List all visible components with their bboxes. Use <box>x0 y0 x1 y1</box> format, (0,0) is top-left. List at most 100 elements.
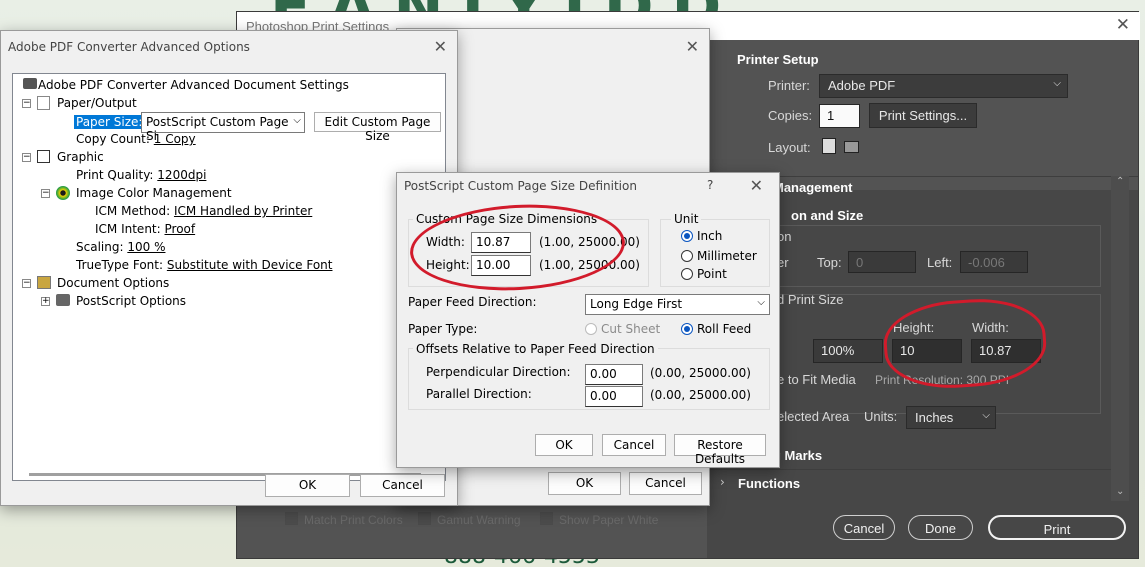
graphic-icon <box>37 150 50 163</box>
ps-done-button[interactable]: Done <box>908 515 973 540</box>
tree-icm[interactable]: Image Color Management <box>76 186 232 200</box>
advanced-ok-button[interactable]: OK <box>265 474 350 497</box>
print-quality-value[interactable]: 1200dpi <box>157 168 206 182</box>
scroll-up-icon[interactable]: ⌃ <box>1116 176 1124 187</box>
icm-intent-label: ICM Intent: Proof <box>95 222 195 236</box>
print-settings-button[interactable]: Print Settings... <box>869 103 977 128</box>
left-input[interactable]: -0.006 <box>960 251 1028 273</box>
chevron-right-icon[interactable]: › <box>720 475 725 489</box>
tree-root: Adobe PDF Converter Advanced Document Se… <box>38 78 349 92</box>
printer-select[interactable]: Adobe PDF ⌵ <box>819 74 1068 98</box>
collapse-icon[interactable]: − <box>22 153 31 162</box>
copy-count-value[interactable]: 1 Copy <box>154 132 196 146</box>
ps-separator <box>707 469 1112 470</box>
print-quality-label: Print Quality: 1200dpi <box>76 168 206 182</box>
perpendicular-input[interactable]: 0.00 <box>585 364 643 385</box>
units-value: Inches <box>915 410 954 425</box>
cut-sheet-label: Cut Sheet <box>601 322 661 336</box>
settings-tree: Adobe PDF Converter Advanced Document Se… <box>12 73 446 481</box>
tree-document-options[interactable]: Document Options <box>57 276 169 290</box>
match-print-colors-checkbox[interactable]: Match Print Colors <box>285 512 403 527</box>
color-management-header[interactable]: Management <box>773 180 852 195</box>
scaling-value[interactable]: 100 % <box>127 240 165 254</box>
ps-cancel-button[interactable]: Cancel <box>833 515 895 540</box>
paper-type-label: Paper Type: <box>408 322 478 336</box>
edit-custom-page-size-button[interactable]: Edit Custom Page Size <box>314 112 441 143</box>
document-options-icon <box>37 276 51 289</box>
close-icon[interactable]: ✕ <box>750 176 763 195</box>
restore-defaults-button[interactable]: Restore Defaults <box>674 434 766 466</box>
selected-area-label[interactable]: elected Area <box>777 409 849 424</box>
tree-postscript-options[interactable]: PostScript Options <box>76 294 186 308</box>
radio-icon <box>681 250 693 262</box>
close-icon[interactable]: ✕ <box>434 37 447 56</box>
collapse-icon[interactable]: − <box>41 189 50 198</box>
units-label: Units: <box>864 409 898 424</box>
parallel-range: (0.00, 25000.00) <box>650 388 751 402</box>
unit-inch-radio[interactable]: Inch <box>681 229 722 243</box>
ps-scrollbar[interactable]: ⌃ ⌄ <box>1111 176 1129 501</box>
icm-intent-value[interactable]: Proof <box>165 222 196 236</box>
middle-cancel-button[interactable]: Cancel <box>629 472 702 495</box>
marks-header[interactable]: g Marks <box>773 448 822 463</box>
expand-icon[interactable]: + <box>41 297 50 306</box>
ps-custom-cancel-button[interactable]: Cancel <box>602 434 666 456</box>
middle-ok-button[interactable]: OK <box>548 472 621 495</box>
ps-close-icon[interactable]: ✕ <box>1116 15 1130 35</box>
copies-label: Copies: <box>768 108 813 123</box>
icm-intent-label-text: ICM Intent: <box>95 222 161 236</box>
advanced-options-dialog: Adobe PDF Converter Advanced Options ✕ A… <box>0 30 458 506</box>
scale-input[interactable]: 100% <box>813 339 883 363</box>
chevron-down-icon: ⌵ <box>982 410 990 421</box>
collapse-icon[interactable]: − <box>22 279 31 288</box>
tree-paper-output[interactable]: Paper/Output <box>57 96 137 110</box>
ps-custom-ok-button[interactable]: OK <box>535 434 593 456</box>
top-input[interactable]: 0 <box>848 251 916 273</box>
paper-size-label[interactable]: Paper Size: <box>74 115 145 129</box>
color-management-icon <box>56 186 70 200</box>
roll-feed-radio[interactable]: Roll Feed <box>681 322 751 336</box>
feed-direction-select[interactable]: Long Edge First ⌵ <box>585 294 770 315</box>
scale-to-fit-label[interactable]: e to Fit Media <box>777 372 856 387</box>
scroll-down-icon[interactable]: ⌄ <box>1116 486 1124 497</box>
ps-print-button[interactable]: Print <box>988 515 1126 540</box>
roll-feed-label: Roll Feed <box>697 322 752 336</box>
truetype-value[interactable]: Substitute with Device Font <box>167 258 333 272</box>
radio-selected-icon <box>681 230 693 242</box>
unit-mm-radio[interactable]: Millimeter <box>681 249 757 263</box>
printer-setup-header: Printer Setup <box>737 52 819 67</box>
copy-count-label-text: Copy Count: <box>76 132 150 146</box>
printer-value: Adobe PDF <box>828 78 896 93</box>
portrait-layout-icon[interactable] <box>822 138 836 154</box>
close-icon[interactable]: ✕ <box>686 37 699 56</box>
icm-method-value[interactable]: ICM Handled by Printer <box>174 204 312 218</box>
position-size-header[interactable]: on and Size <box>791 208 863 223</box>
unit-mm-label: Millimeter <box>697 249 757 263</box>
parallel-input[interactable]: 0.00 <box>585 386 643 407</box>
gamut-warning-checkbox[interactable]: Gamut Warning <box>418 512 521 527</box>
functions-header[interactable]: Functions <box>738 476 800 491</box>
show-paper-white-checkbox[interactable]: Show Paper White <box>540 512 658 527</box>
icm-method-label-text: ICM Method: <box>95 204 171 218</box>
unit-inch-label: Inch <box>697 229 723 243</box>
unit-point-label: Point <box>697 267 727 281</box>
scaled-size-label: d Print Size <box>777 292 844 307</box>
feed-direction-label: Paper Feed Direction: <box>408 295 537 309</box>
perpendicular-range: (0.00, 25000.00) <box>650 366 751 380</box>
copies-input[interactable]: 1 <box>819 104 860 128</box>
printer-icon <box>23 78 37 89</box>
scaling-label-text: Scaling: <box>76 240 124 254</box>
units-select[interactable]: Inches ⌵ <box>906 406 996 429</box>
advanced-cancel-button[interactable]: Cancel <box>360 474 445 497</box>
offsets-group-title: Offsets Relative to Paper Feed Direction <box>413 342 658 356</box>
parallel-label: Parallel Direction: <box>426 387 532 401</box>
cut-sheet-radio[interactable]: Cut Sheet <box>585 322 660 336</box>
unit-point-radio[interactable]: Point <box>681 267 727 281</box>
paper-size-select[interactable]: PostScript Custom Page Si ⌵ <box>141 112 305 143</box>
help-icon[interactable]: ? <box>707 178 713 192</box>
chevron-down-icon: ⌵ <box>757 297 765 308</box>
collapse-icon[interactable]: − <box>22 99 31 108</box>
tree-graphic[interactable]: Graphic <box>57 150 104 164</box>
landscape-layout-icon[interactable] <box>844 141 859 153</box>
left-label: Left: <box>927 255 953 270</box>
